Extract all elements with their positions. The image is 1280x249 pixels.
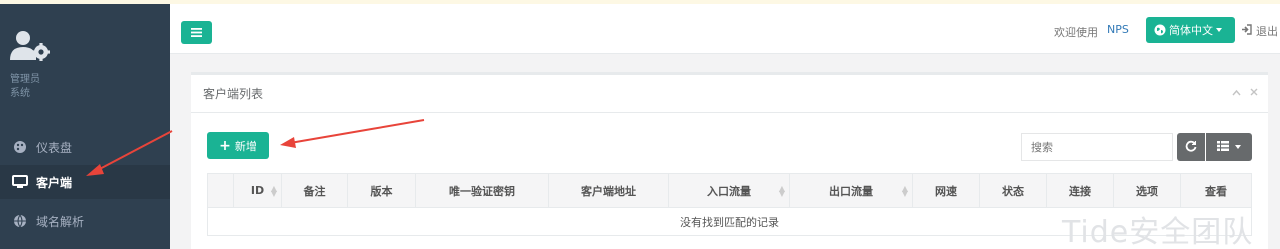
panel-title: 客户端列表: [203, 87, 264, 101]
top-navbar: 欢迎使用 NPS 简体中文 退出: [170, 4, 1280, 54]
column-header-verify-key: 唯一验证密钥: [415, 173, 549, 208]
language-label: 简体中文: [1169, 24, 1213, 37]
admin-avatar-icon: [10, 30, 54, 66]
search-input[interactable]: [1021, 133, 1173, 161]
globe-icon: [1154, 24, 1166, 36]
column-header-export-flow[interactable]: 出口流量 ▲ ▼: [789, 173, 913, 208]
add-client-button[interactable]: + 新增: [207, 132, 269, 159]
plus-icon: +: [219, 137, 231, 154]
user-role: 系统: [10, 88, 30, 99]
user-name: 管理员: [10, 74, 40, 85]
sign-out-icon: [1241, 24, 1252, 38]
watermark-text: Tide安全团队: [1062, 215, 1254, 249]
sidebar-item-clients[interactable]: 客户端: [0, 165, 170, 199]
globe-icon: [12, 213, 28, 229]
menu-toggle-button[interactable]: [181, 21, 212, 44]
sidebar-item-label: 客户端: [36, 175, 73, 190]
refresh-icon: [1185, 140, 1197, 155]
sort-icon: ▲ ▼: [270, 184, 277, 198]
sidebar-item-label: 仪表盘: [36, 140, 73, 155]
column-header-version: 版本: [347, 173, 416, 208]
panel-divider: [191, 112, 1268, 113]
sort-icon: ▲ ▼: [901, 184, 908, 198]
collapse-icon[interactable]: [1231, 86, 1245, 99]
column-header-label: ID: [250, 184, 265, 197]
column-header-label: 入口流量: [707, 184, 751, 198]
column-header-options: 选项: [1113, 173, 1181, 208]
welcome-text: 欢迎使用: [1054, 26, 1098, 39]
palette-icon: [12, 139, 28, 155]
monitor-icon: [12, 174, 28, 190]
add-label: 新增: [234, 139, 257, 153]
sidebar-item-domains[interactable]: 域名解析: [0, 204, 170, 238]
refresh-button[interactable]: [1177, 133, 1205, 161]
column-header-id[interactable]: ID ▲ ▼: [233, 173, 282, 208]
column-header-client-address: 客户端地址: [548, 173, 669, 208]
column-header-label: 出口流量: [829, 184, 873, 198]
column-header-connection: 连接: [1046, 173, 1114, 208]
user-profile: 管理员 系统: [10, 30, 54, 99]
column-header-remark: 备注: [281, 173, 348, 208]
table-header-row: ID ▲ ▼ 备注 版本 唯一验证密钥 客户端地址 入口流量 ▲ ▼ 出口流量 ▲ ▼ 网速…: [207, 173, 1252, 208]
column-header-inlet-flow[interactable]: 入口流量 ▲ ▼: [668, 173, 790, 208]
columns-toggle-button[interactable]: [1206, 133, 1252, 161]
caret-down-icon: [1235, 145, 1241, 149]
sidebar-item-label: 域名解析: [36, 214, 85, 229]
panel-tools: [1231, 86, 1259, 99]
sidebar: 管理员 系统 仪表盘 客户端 域名解析: [0, 4, 170, 249]
th-list-icon: [1217, 140, 1229, 154]
column-header-speed: 网速: [912, 173, 980, 208]
caret-down-icon: [1216, 28, 1222, 32]
column-header-status: 状态: [979, 173, 1047, 208]
sidebar-item-dashboard[interactable]: 仪表盘: [0, 130, 170, 164]
close-icon[interactable]: [1250, 86, 1258, 99]
hamburger-icon: [191, 26, 202, 40]
column-header-select: [207, 173, 234, 208]
sort-icon: ▲ ▼: [778, 184, 785, 198]
logout-label: 退出: [1256, 25, 1278, 38]
app-name-link[interactable]: NPS: [1107, 23, 1129, 36]
logout-link[interactable]: 退出: [1241, 23, 1278, 39]
column-header-view: 查看: [1180, 173, 1252, 208]
language-dropdown-button[interactable]: 简体中文: [1146, 17, 1235, 43]
